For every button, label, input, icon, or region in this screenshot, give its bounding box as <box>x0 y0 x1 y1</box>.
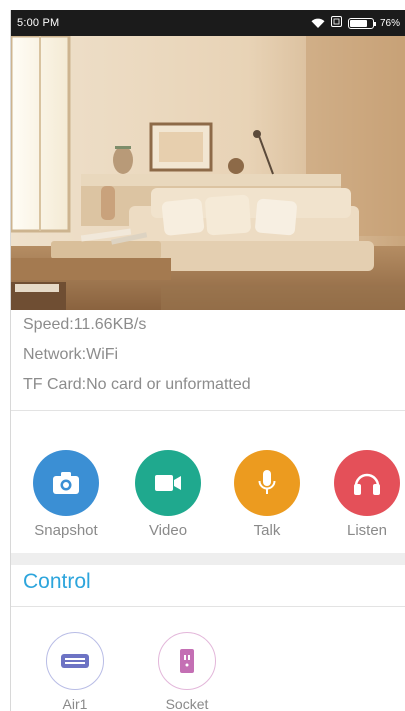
app-screen: 5:00 PM 76% Speed:11.66KB/s Network:WiFi… <box>10 10 405 711</box>
device-info: Speed:11.66KB/s Network:WiFi TF Card:No … <box>11 310 405 400</box>
snapshot-label: Snapshot <box>34 522 98 539</box>
microphone-icon <box>234 450 300 516</box>
action-row: Snapshot Video Talk Listen <box>11 450 405 545</box>
status-bar: 5:00 PM 76% <box>11 10 405 36</box>
camera-icon <box>33 450 99 516</box>
talk-button[interactable]: Talk <box>227 450 307 539</box>
device-air1[interactable]: Air1 <box>40 632 110 711</box>
divider <box>11 410 405 411</box>
device-air1-label: Air1 <box>62 696 88 711</box>
speed-text: Speed:11.66KB/s <box>23 316 147 333</box>
battery-percent: 76% <box>379 17 400 29</box>
control-section-title: Control <box>23 570 91 593</box>
wifi-icon <box>311 18 325 28</box>
headphones-icon <box>334 450 400 516</box>
camera-live-view[interactable] <box>11 36 405 310</box>
snapshot-button[interactable]: Snapshot <box>26 450 106 539</box>
talk-label: Talk <box>253 522 281 539</box>
section-separator <box>11 553 405 565</box>
video-label: Video <box>148 522 188 539</box>
status-time: 5:00 PM <box>17 17 60 29</box>
listen-button[interactable]: Listen <box>327 450 405 539</box>
device-socket[interactable]: Socket <box>152 632 222 711</box>
divider <box>11 606 405 607</box>
network-text: Network:WiFi <box>23 346 119 363</box>
battery-icon <box>347 17 376 29</box>
device-socket-label: Socket <box>165 696 209 711</box>
sim-icon <box>330 16 342 30</box>
socket-icon <box>158 632 216 690</box>
video-button[interactable]: Video <box>128 450 208 539</box>
air-conditioner-icon <box>46 632 104 690</box>
video-icon <box>135 450 201 516</box>
listen-label: Listen <box>346 522 388 539</box>
tf-card-text: TF Card:No card or unformatted <box>23 376 251 393</box>
